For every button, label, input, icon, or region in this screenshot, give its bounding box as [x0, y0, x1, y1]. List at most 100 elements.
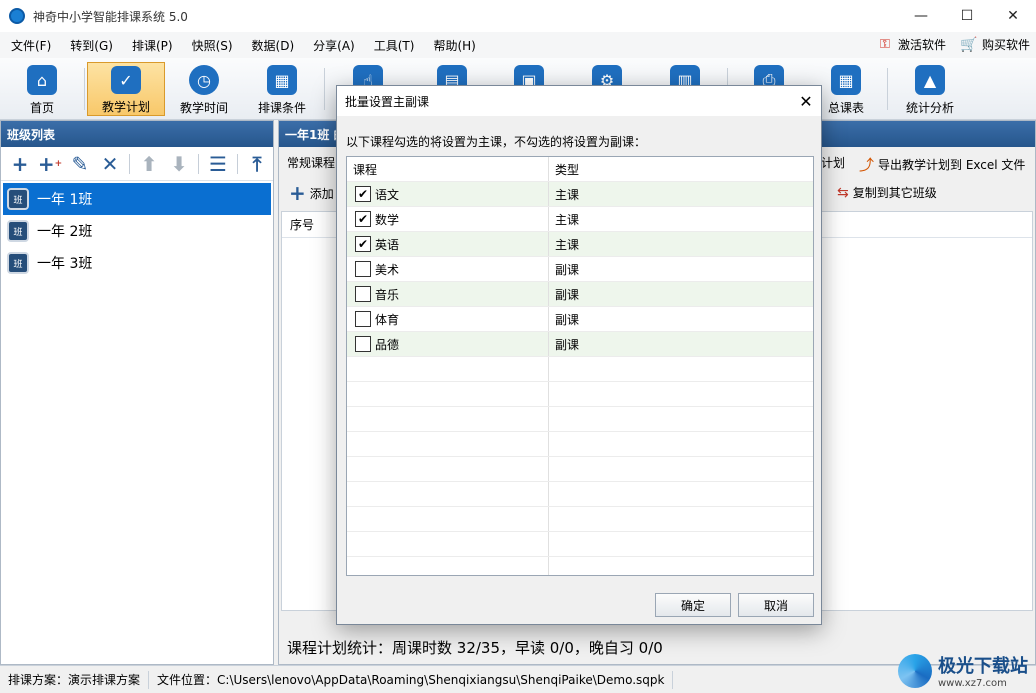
cancel-button[interactable]: 取消 [738, 593, 814, 617]
empty-cell [347, 532, 549, 556]
menu-snapshot[interactable]: 快照(S) [184, 37, 241, 54]
toolbar-home-button[interactable]: ⌂ 首页 [3, 62, 81, 116]
dialog-title-bar: 批量设置主副课 ✕ [337, 86, 821, 116]
export-excel-button[interactable]: ⤴ 导出教学计划到 Excel 文件 [859, 154, 1025, 175]
menu-file[interactable]: 文件(F) [3, 37, 59, 54]
menu-data[interactable]: 数据(D) [244, 37, 303, 54]
course-name: 体育 [375, 312, 400, 327]
tab-regular-courses[interactable]: 常规课程 [287, 154, 335, 171]
table-row[interactable]: 美术 副课 [347, 257, 813, 282]
toolbar-label: 排课条件 [257, 101, 306, 115]
activate-link[interactable]: ⚿ 激活软件 [880, 36, 946, 53]
table-row[interactable]: 音乐 副课 [347, 282, 813, 307]
table-row[interactable]: 体育 副课 [347, 307, 813, 332]
course-type-grid: 课程 类型 ✔ 语文 主课 ✔ 数学 主课 ✔ 英语 主课 美术 副课 音乐 副… [346, 156, 814, 576]
copy-icon: ⇆ [837, 184, 849, 201]
empty-row [347, 357, 813, 382]
ok-button[interactable]: 确定 [655, 593, 731, 617]
class-item[interactable]: 班 一年 2班 [3, 215, 271, 247]
empty-row [347, 382, 813, 407]
table-row[interactable]: ✔ 语文 主课 [347, 182, 813, 207]
toolbar-teaching-time-button[interactable]: ◷ 教学时间 [165, 62, 243, 116]
checkbox-unchecked[interactable] [355, 311, 371, 327]
add-course-button[interactable]: + 添加 [289, 183, 334, 203]
empty-row [347, 482, 813, 507]
class-item[interactable]: 班 一年 1班 [3, 183, 271, 215]
column-index: 序号 [290, 218, 315, 232]
course-name: 音乐 [375, 287, 400, 302]
menu-bar: 文件(F) 转到(G) 排课(P) 快照(S) 数据(D) 分享(A) 工具(T… [0, 32, 1036, 58]
class-icon: 班 [7, 252, 29, 274]
copy-to-class-button[interactable]: ⇆ 复制到其它班级 [837, 184, 937, 201]
delete-icon[interactable]: ✕ [97, 151, 123, 177]
class-list-panel: 班级列表 + + + ✎ ✕ ⬆ ⬇ ☰ ⤒ 班 一年 1班 班 一年 2班 班 … [0, 120, 274, 665]
buy-link[interactable]: 🛒 购买软件 [960, 36, 1030, 53]
checkbox-unchecked[interactable] [355, 261, 371, 277]
empty-cell [347, 507, 549, 531]
course-type: 主课 [555, 212, 580, 227]
empty-cell [347, 382, 549, 406]
window-title: 神奇中小学智能排课系统 5.0 [33, 9, 188, 24]
checkbox-unchecked[interactable] [355, 336, 371, 352]
copy-label: 复制到其它班级 [852, 186, 937, 200]
cart-icon: 🛒 [959, 36, 978, 53]
plan-action[interactable]: 计划 [821, 154, 845, 171]
menu-help[interactable]: 帮助(H) [425, 37, 483, 54]
empty-cell [347, 482, 549, 506]
empty-cell [347, 457, 549, 481]
toolbar-divider [237, 153, 238, 174]
class-item[interactable]: 班 一年 3班 [3, 247, 271, 279]
table-row[interactable]: ✔ 数学 主课 [347, 207, 813, 232]
home-icon: ⌂ [27, 65, 57, 95]
checkbox-checked[interactable]: ✔ [355, 186, 371, 202]
sort-icon[interactable]: ☰ [205, 151, 231, 177]
add-multiple-icon[interactable]: + + [37, 151, 63, 177]
move-up-icon[interactable]: ⬆ [136, 151, 162, 177]
toolbar-conditions-button[interactable]: ▦ 排课条件 [243, 62, 321, 116]
toolbar-statistics-button[interactable]: ▲ 统计分析 [891, 62, 969, 116]
empty-cell [347, 432, 549, 456]
empty-cell [347, 407, 549, 431]
checkbox-checked[interactable]: ✔ [355, 211, 371, 227]
table-row[interactable]: 品德 副课 [347, 332, 813, 357]
move-top-icon[interactable]: ⤒ [244, 151, 270, 177]
course-type: 副课 [555, 312, 580, 327]
maximize-button[interactable]: ☐ [944, 0, 990, 32]
dialog-close-icon[interactable]: ✕ [791, 86, 821, 116]
course-type: 副课 [555, 287, 580, 302]
toolbar-label: 总课表 [827, 101, 864, 115]
course-name: 英语 [375, 237, 400, 252]
course-name: 语文 [375, 187, 400, 202]
buy-label: 购买软件 [981, 38, 1030, 52]
class-name: 一年 1班 [37, 192, 93, 208]
move-down-icon[interactable]: ⬇ [166, 151, 192, 177]
course-cell: ✔ 英语 [347, 232, 549, 256]
menu-schedule[interactable]: 排课(P) [124, 37, 181, 54]
set-main-courses-dialog: 批量设置主副课 ✕ 以下课程勾选的将设置为主课，不勾选的将设置为副课： 课程 类… [336, 85, 822, 625]
checkbox-unchecked[interactable] [355, 286, 371, 302]
menu-tools[interactable]: 工具(T) [366, 37, 423, 54]
toolbar-teaching-plan-button[interactable]: ✓ 教学计划 [87, 62, 165, 116]
watermark-text: 极光下载站 www.xz7.com [938, 652, 1028, 689]
empty-row [347, 507, 813, 532]
class-name: 一年 3班 [37, 256, 93, 272]
dialog-title: 批量设置主副课 [345, 94, 430, 109]
menu-goto[interactable]: 转到(G) [62, 37, 121, 54]
add-icon[interactable]: + [7, 151, 33, 177]
empty-cell [347, 557, 549, 575]
minimize-button[interactable]: — [898, 0, 944, 32]
class-list: 班 一年 1班 班 一年 2班 班 一年 3班 [1, 181, 273, 279]
watermark-logo-icon [898, 653, 932, 688]
checkbox-checked[interactable]: ✔ [355, 236, 371, 252]
watermark-url: www.xz7.com [938, 678, 1007, 689]
edit-pencil-icon[interactable]: ✎ [67, 151, 93, 177]
schedule-icon: ▦ [831, 65, 861, 95]
course-cell: 美术 [347, 257, 549, 281]
course-name: 数学 [375, 212, 400, 227]
table-row[interactable]: ✔ 英语 主课 [347, 232, 813, 257]
course-cell: ✔ 数学 [347, 207, 549, 231]
menu-share[interactable]: 分享(A) [305, 37, 363, 54]
empty-row [347, 557, 813, 575]
class-list-toolbar: + + + ✎ ✕ ⬆ ⬇ ☰ ⤒ [1, 147, 273, 181]
close-button[interactable]: ✕ [990, 0, 1036, 32]
